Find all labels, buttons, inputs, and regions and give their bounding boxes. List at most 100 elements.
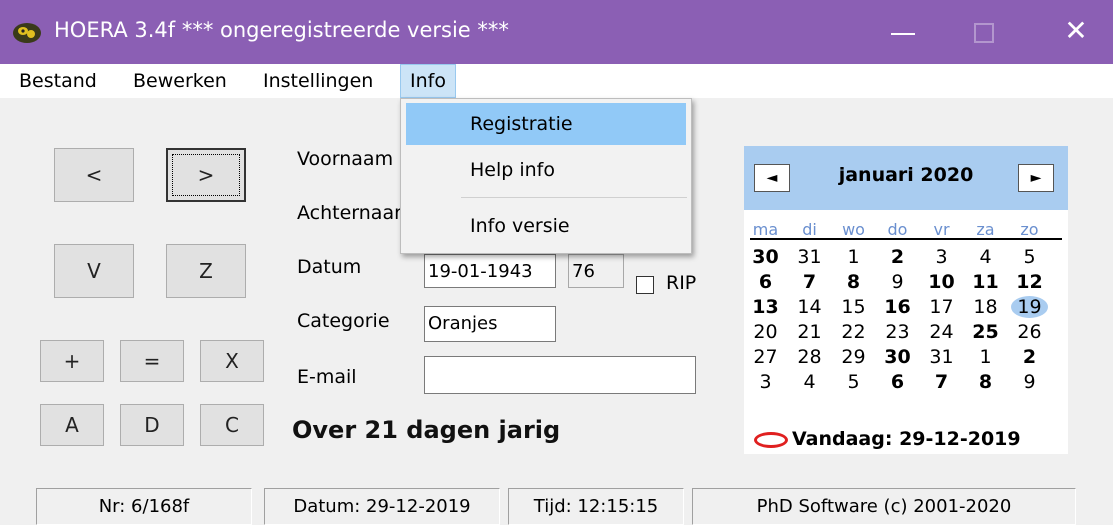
calendar: ◄ januari 2020 ► ma di wo do vr za zo 30 31 1 2 3 4…	[744, 146, 1068, 454]
menu-item-registratie[interactable]: Registratie	[406, 103, 686, 145]
calendar-next-button[interactable]: ►	[1018, 164, 1054, 192]
calendar-day[interactable]: 3	[923, 246, 960, 268]
close-button[interactable]: ✕	[1030, 0, 1113, 64]
calendar-day[interactable]: 8	[835, 271, 872, 293]
menu-info[interactable]: Info	[400, 64, 456, 98]
menu-item-help-info[interactable]: Help info	[406, 149, 686, 191]
calendar-weekday: vr	[933, 220, 950, 239]
window-title: HOERA 3.4f *** ongeregistreerde versie *…	[54, 18, 509, 42]
calendar-day[interactable]: 25	[967, 321, 1004, 343]
app-logo-icon	[13, 23, 41, 43]
z-button[interactable]: Z	[166, 244, 246, 298]
calendar-day[interactable]: 21	[791, 321, 828, 343]
maximize-button[interactable]	[940, 0, 1032, 64]
calendar-day[interactable]: 17	[923, 296, 960, 318]
a-button[interactable]: A	[40, 404, 104, 446]
calendar-day[interactable]: 10	[923, 271, 960, 293]
menu-bewerken[interactable]: Bewerken	[124, 64, 236, 98]
calendar-day[interactable]: 22	[835, 321, 872, 343]
calendar-day[interactable]: 27	[747, 346, 784, 368]
next-button[interactable]: >	[166, 148, 246, 202]
calendar-day[interactable]: 1	[835, 246, 872, 268]
calendar-day[interactable]: 13	[747, 296, 784, 318]
rip-checkbox[interactable]	[636, 276, 654, 294]
datum-label: Datum	[297, 256, 362, 278]
calendar-day[interactable]: 16	[879, 296, 916, 318]
calendar-day[interactable]: 14	[791, 296, 828, 318]
calendar-day[interactable]: 1	[967, 346, 1004, 368]
calendar-day[interactable]: 4	[791, 371, 828, 393]
equals-button[interactable]: =	[120, 340, 184, 382]
today-label: Vandaag: 29-12-2019	[792, 428, 1021, 450]
calendar-day[interactable]: 23	[879, 321, 916, 343]
calendar-day[interactable]: 8	[967, 371, 1004, 393]
datum-field[interactable]: 19-01-1943	[424, 254, 556, 288]
calendar-weekday: do	[887, 220, 908, 239]
calendar-day[interactable]: 2	[1011, 346, 1048, 368]
calendar-day[interactable]: 28	[791, 346, 828, 368]
calendar-day[interactable]: 30	[747, 246, 784, 268]
calendar-day[interactable]: 30	[879, 346, 916, 368]
age-field: 76	[568, 254, 624, 288]
calendar-day[interactable]: 18	[967, 296, 1004, 318]
minimize-icon	[891, 33, 915, 35]
today-circle-icon	[754, 431, 788, 448]
calendar-divider	[750, 238, 1062, 240]
x-button[interactable]: X	[200, 340, 264, 382]
menu-instellingen[interactable]: Instellingen	[254, 64, 382, 98]
calendar-day[interactable]: 20	[747, 321, 784, 343]
status-nr: Nr: 6/168f	[36, 488, 252, 525]
status-copyright: PhD Software (c) 2001-2020	[692, 488, 1076, 525]
calendar-weekday: ma	[752, 220, 779, 239]
calendar-weekday: di	[802, 220, 817, 239]
menu-bar: Bestand Bewerken Instellingen Info	[0, 64, 1113, 98]
maximize-icon	[974, 23, 994, 43]
birthday-message: Over 21 dagen jarig	[292, 416, 561, 444]
c-button[interactable]: C	[200, 404, 264, 446]
menu-bestand[interactable]: Bestand	[10, 64, 106, 98]
calendar-day[interactable]: 19	[1011, 296, 1048, 318]
calendar-weekday: za	[976, 220, 995, 239]
calendar-day[interactable]: 5	[1011, 246, 1048, 268]
calendar-day[interactable]: 9	[879, 271, 916, 293]
categorie-field[interactable]: Oranjes	[424, 306, 556, 342]
categorie-label: Categorie	[297, 310, 390, 332]
info-dropdown-menu: Registratie Help info Info versie	[400, 98, 692, 254]
calendar-today[interactable]: Vandaag: 29-12-2019	[754, 428, 1021, 450]
v-button[interactable]: V	[54, 244, 134, 298]
calendar-day[interactable]: 5	[835, 371, 872, 393]
plus-button[interactable]: +	[40, 340, 104, 382]
previous-button[interactable]: <	[54, 148, 134, 202]
menu-separator	[461, 197, 687, 198]
close-icon: ✕	[1064, 14, 1088, 47]
calendar-day[interactable]: 11	[967, 271, 1004, 293]
calendar-day[interactable]: 3	[747, 371, 784, 393]
calendar-day[interactable]: 15	[835, 296, 872, 318]
calendar-day[interactable]: 7	[923, 371, 960, 393]
calendar-day[interactable]: 9	[1011, 371, 1048, 393]
rip-label: RIP	[666, 272, 697, 294]
minimize-button[interactable]	[860, 0, 952, 64]
calendar-day[interactable]: 31	[791, 246, 828, 268]
calendar-day[interactable]: 26	[1011, 321, 1048, 343]
email-label: E-mail	[297, 366, 357, 388]
voornaam-label: Voornaam	[297, 148, 394, 170]
menu-item-info-versie[interactable]: Info versie	[406, 205, 686, 247]
d-button[interactable]: D	[120, 404, 184, 446]
achternaam-label: Achternaar	[297, 202, 402, 224]
calendar-day[interactable]: 31	[923, 346, 960, 368]
calendar-day[interactable]: 2	[879, 246, 916, 268]
calendar-day[interactable]: 6	[879, 371, 916, 393]
calendar-day[interactable]: 24	[923, 321, 960, 343]
status-bar: Nr: 6/168f Datum: 29-12-2019 Tijd: 12:15…	[0, 488, 1113, 525]
calendar-day[interactable]: 4	[967, 246, 1004, 268]
calendar-day[interactable]: 29	[835, 346, 872, 368]
email-field[interactable]	[424, 356, 696, 394]
status-tijd: Tijd: 12:15:15	[508, 488, 684, 525]
calendar-weekday: wo	[842, 220, 865, 239]
calendar-weekday: zo	[1020, 220, 1039, 239]
calendar-day[interactable]: 12	[1011, 271, 1048, 293]
calendar-day[interactable]: 7	[791, 271, 828, 293]
calendar-header: ◄ januari 2020 ►	[744, 146, 1068, 210]
calendar-day[interactable]: 6	[747, 271, 784, 293]
